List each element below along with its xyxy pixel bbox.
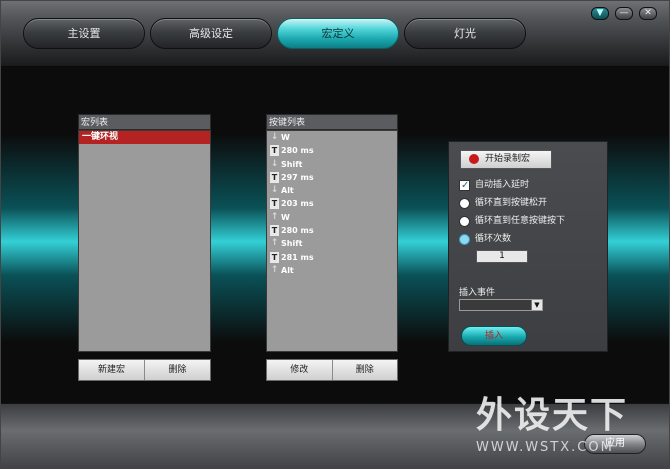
delay-icon: T	[270, 225, 279, 237]
close-icon[interactable]: ✕	[639, 7, 657, 20]
delay-icon: T	[270, 171, 279, 183]
macro-settings-panel: 开始录制宏 自动插入延时 循环直到按键松开 循环直到任意按键按下 循环次数 1 …	[448, 141, 608, 352]
list-item[interactable]: ↑ W	[267, 211, 397, 224]
delay-icon: T	[270, 145, 279, 157]
list-item[interactable]: ↓ Shift	[267, 158, 397, 171]
macro-window: 主设置 高级设定 宏定义 灯光 ▼ — ✕ 宏列表 一键环视 新建宏 删除 按键…	[0, 0, 670, 469]
key-list-buttons: 修改 删除	[266, 359, 398, 381]
arrow-down-icon: ↓	[270, 185, 279, 196]
loop-count-radio[interactable]	[459, 234, 470, 245]
list-item[interactable]: ↑ Alt	[267, 264, 397, 277]
minimize-icon[interactable]: —	[615, 7, 633, 20]
list-item[interactable]: T 280 ms	[267, 224, 397, 237]
key-list-title: 按键列表	[266, 114, 398, 130]
delete-key-button[interactable]: 删除	[331, 360, 398, 380]
loop-count-label: 循环次数	[475, 234, 512, 244]
key-item-label: 297 ms	[281, 172, 314, 182]
macro-list[interactable]: 一键环视	[78, 130, 211, 352]
loop-until-release-radio[interactable]	[459, 198, 470, 209]
key-item-label: W	[281, 133, 290, 142]
key-item-label: 203 ms	[281, 199, 314, 209]
key-item-label: W	[281, 212, 290, 222]
arrow-down-icon: ↓	[270, 158, 279, 169]
list-item[interactable]: ↓ Alt	[267, 184, 397, 197]
tab-main-settings[interactable]: 主设置	[23, 18, 145, 49]
delay-icon: T	[270, 198, 279, 210]
arrow-down-icon: ↓	[270, 132, 279, 142]
tab-advanced-settings[interactable]: 高级设定	[150, 18, 272, 49]
macro-list-title: 宏列表	[78, 114, 211, 130]
list-item[interactable]: T 203 ms	[267, 197, 397, 210]
loop-until-any-label: 循环直到任意按键按下	[475, 216, 566, 226]
key-item-label: Shift	[281, 239, 303, 249]
arrow-up-icon: ↑	[270, 211, 279, 222]
key-item-label: Alt	[281, 186, 294, 196]
list-item[interactable]: T 280 ms	[267, 144, 397, 157]
key-item-label: 280 ms	[281, 226, 314, 236]
chevron-down-icon: ▼	[531, 300, 542, 310]
delay-icon: T	[270, 251, 279, 263]
auto-delay-option[interactable]: 自动插入延时	[459, 179, 529, 192]
auto-delay-checkbox[interactable]	[459, 179, 470, 192]
macro-list-buttons: 新建宏 删除	[78, 359, 211, 381]
key-item-label: Shift	[281, 159, 303, 169]
list-item[interactable]: T 281 ms	[267, 251, 397, 264]
loop-until-any-radio[interactable]	[459, 216, 470, 227]
key-item-label: Alt	[281, 265, 294, 275]
insert-event-label: 插入事件	[459, 288, 496, 298]
record-icon	[469, 154, 479, 164]
loop-count-input[interactable]: 1	[476, 250, 528, 263]
dropdown-icon[interactable]: ▼	[591, 7, 609, 20]
loop-until-release-label: 循环直到按键松开	[475, 198, 548, 208]
delete-macro-button[interactable]: 删除	[144, 360, 210, 380]
key-item-label: 280 ms	[281, 146, 314, 156]
tab-lighting[interactable]: 灯光	[404, 18, 526, 49]
insert-event-select[interactable]: ▼	[459, 299, 543, 311]
header-bar: 主设置 高级设定 宏定义 灯光 ▼ — ✕	[1, 1, 669, 67]
start-record-label: 开始录制宏	[485, 154, 531, 164]
list-item[interactable]: ↓ W	[267, 131, 397, 144]
list-item[interactable]: 一键环视	[79, 131, 210, 144]
list-item[interactable]: ↑ Shift	[267, 237, 397, 250]
arrow-up-icon: ↑	[270, 238, 279, 249]
list-item[interactable]: T 297 ms	[267, 171, 397, 184]
loop-count-option[interactable]: 循环次数	[459, 233, 511, 246]
watermark-url: WWW.WSTX.COM	[476, 440, 614, 455]
loop-until-any-option[interactable]: 循环直到任意按键按下	[459, 215, 565, 228]
key-item-label: 281 ms	[281, 252, 314, 262]
auto-delay-label: 自动插入延时	[475, 180, 530, 190]
watermark-logo: 外设天下 WWW.WSTX.COM	[476, 386, 666, 466]
key-list[interactable]: ↓ W T 280 ms ↓ Shift T 297 ms ↓ Alt T 203 ms ↑ W T 280 …	[266, 130, 398, 352]
start-record-button[interactable]: 开始录制宏	[460, 150, 552, 169]
new-macro-button[interactable]: 新建宏	[79, 360, 144, 380]
tab-macro-definition[interactable]: 宏定义	[277, 18, 399, 49]
arrow-up-icon: ↑	[270, 264, 279, 275]
insert-button[interactable]: 插入	[461, 326, 527, 346]
loop-until-release-option[interactable]: 循环直到按键松开	[459, 197, 547, 210]
modify-button[interactable]: 修改	[267, 360, 332, 380]
watermark-title: 外设天下	[476, 395, 629, 436]
